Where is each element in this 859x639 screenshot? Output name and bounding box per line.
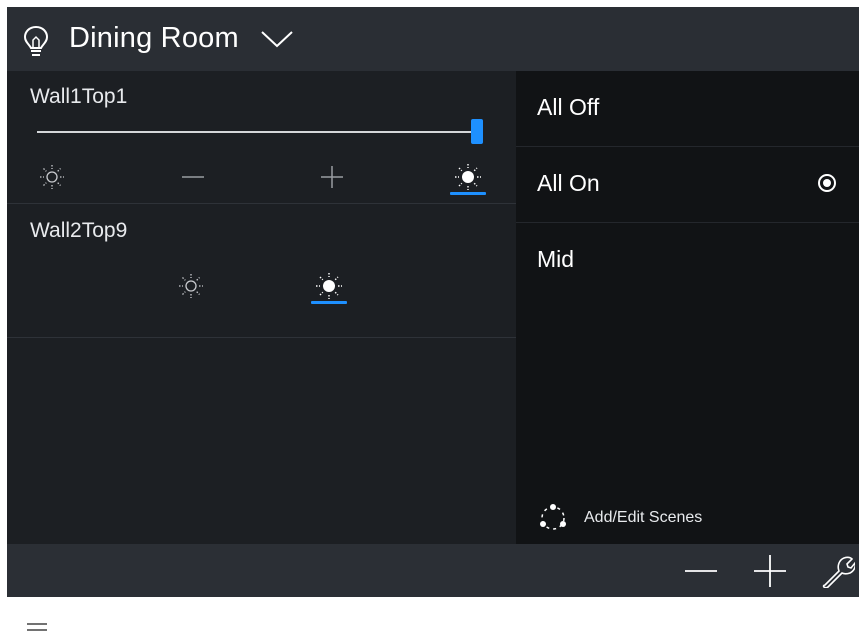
- selected-radio-icon: [818, 174, 836, 192]
- hamburger-menu-icon[interactable]: [27, 619, 47, 637]
- level-slider-track[interactable]: [37, 131, 483, 133]
- plus-icon: [321, 166, 343, 188]
- chevron-down-icon[interactable]: [260, 29, 294, 54]
- lightbulb-icon: [21, 24, 51, 63]
- loads-panel: Wall1Top1 Wall2Top9: [7, 71, 516, 544]
- load-name: Wall2Top9: [30, 219, 128, 242]
- sun-bright-icon: [316, 273, 342, 299]
- load-name: Wall1Top1: [30, 85, 128, 108]
- add-edit-scenes-label: Add/Edit Scenes: [584, 509, 703, 526]
- minus-icon: [182, 176, 204, 178]
- level-slider-thumb[interactable]: [471, 119, 483, 144]
- dim-low-button[interactable]: [30, 157, 74, 197]
- active-indicator: [311, 301, 347, 304]
- header-bar: Dining Room: [7, 7, 859, 71]
- scene-label: All On: [537, 170, 600, 196]
- room-title[interactable]: Dining Room: [69, 22, 239, 55]
- raise-button[interactable]: [310, 157, 354, 197]
- load-row: Wall2Top9: [7, 204, 516, 338]
- minus-icon: [685, 570, 717, 572]
- sun-dim-icon: [179, 274, 203, 298]
- wrench-icon: [822, 556, 855, 588]
- lower-button[interactable]: [171, 157, 215, 197]
- master-raise-button[interactable]: [752, 554, 788, 588]
- scene-item[interactable]: All Off: [516, 71, 859, 147]
- scenes-dots-icon: [540, 504, 566, 530]
- bottom-toolbar: [7, 544, 859, 597]
- add-edit-scenes-button[interactable]: Add/Edit Scenes: [538, 503, 702, 533]
- sun-bright-icon: [455, 164, 481, 190]
- footer-bar: [0, 597, 859, 639]
- settings-button[interactable]: [820, 554, 856, 588]
- full-bright-button[interactable]: [446, 157, 490, 197]
- scene-label: All Off: [537, 94, 600, 120]
- off-button[interactable]: [169, 266, 213, 306]
- load-row: Wall1Top1: [7, 71, 516, 204]
- active-indicator: [450, 192, 486, 195]
- scene-item[interactable]: Mid: [516, 223, 859, 298]
- scenes-panel: All Off All On Mid Add/Edit Scenes: [516, 71, 859, 544]
- master-lower-button[interactable]: [683, 554, 719, 588]
- scene-item[interactable]: All On: [516, 147, 859, 223]
- lighting-panel: Dining Room Wall1Top1 Wall2Top9 All Off …: [7, 7, 859, 597]
- scene-label: Mid: [537, 246, 575, 272]
- on-button[interactable]: [307, 266, 351, 306]
- sun-dim-icon: [40, 165, 64, 189]
- plus-icon: [754, 555, 786, 587]
